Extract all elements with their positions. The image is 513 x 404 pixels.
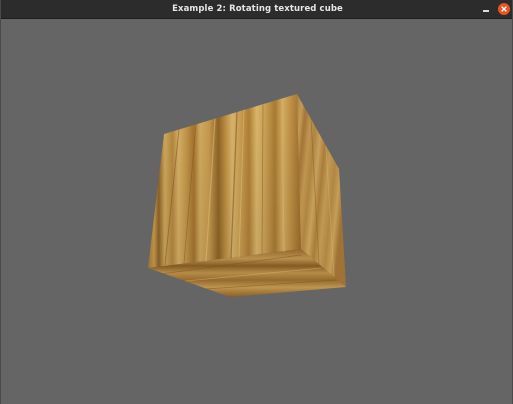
app-window: Example 2: Rotating textured cube — [0, 0, 513, 404]
render-viewport[interactable] — [1, 19, 512, 404]
minimize-icon — [483, 10, 489, 12]
rotating-cube-scene — [148, 94, 346, 297]
window-title: Example 2: Rotating textured cube — [172, 4, 343, 14]
close-button[interactable] — [498, 3, 510, 15]
close-icon — [501, 6, 507, 12]
title-bar[interactable]: Example 2: Rotating textured cube — [1, 0, 512, 19]
minimize-button[interactable] — [479, 2, 493, 16]
